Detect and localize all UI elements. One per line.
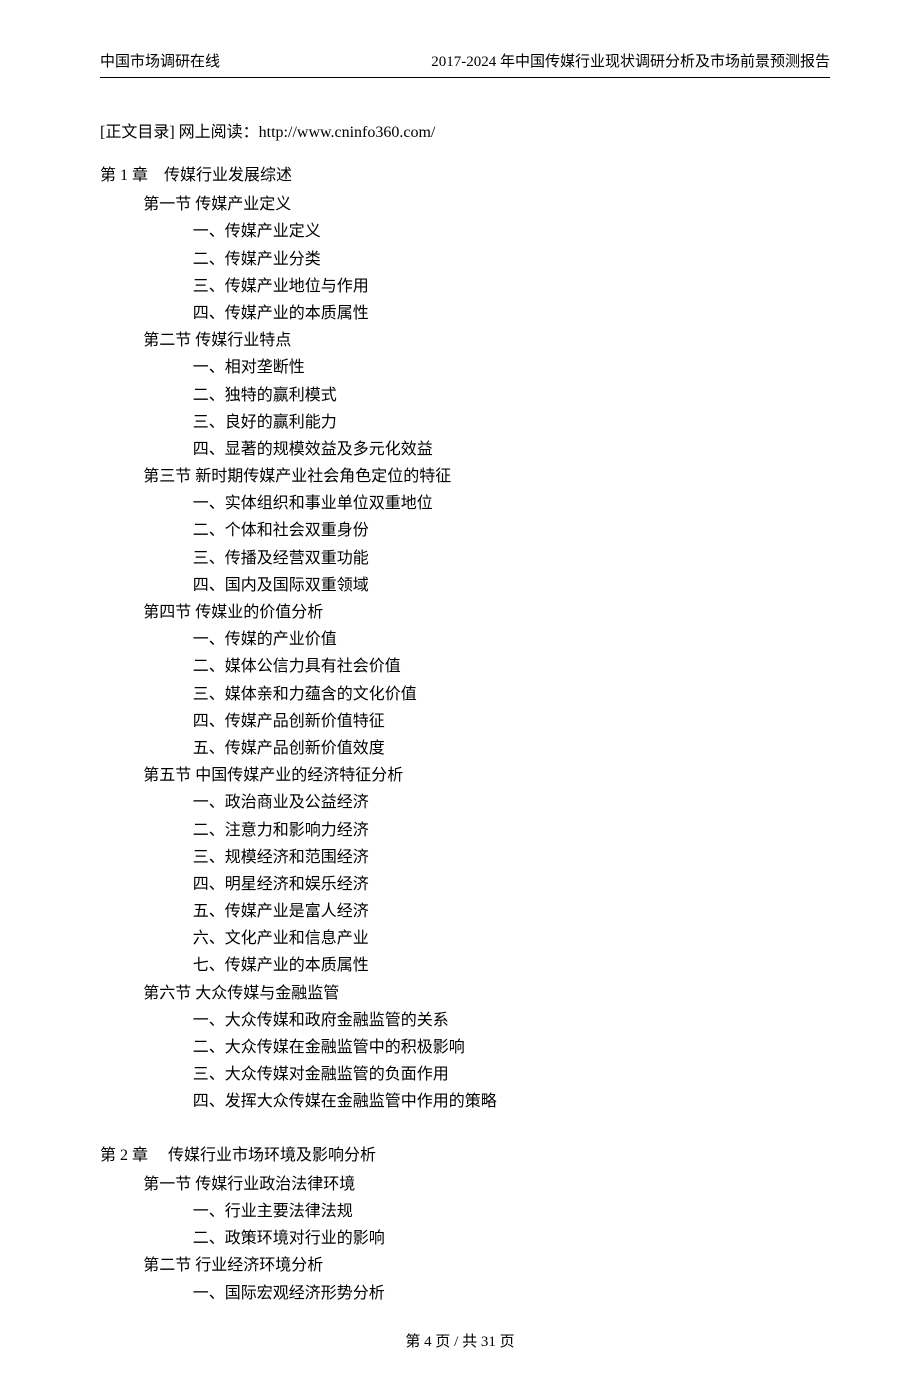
- toc-item: 二、个体和社会双重身份: [100, 517, 830, 544]
- toc-item: 一、行业主要法律法规: [100, 1198, 830, 1225]
- toc-item: 四、传媒产品创新价值特征: [100, 708, 830, 735]
- toc-item: 四、国内及国际双重领域: [100, 572, 830, 599]
- toc-item: 二、大众传媒在金融监管中的积极影响: [100, 1034, 830, 1061]
- toc-body: 第 1 章 传媒行业发展综述 第一节 传媒产业定义 一、传媒产业定义 二、传媒产…: [100, 162, 830, 1307]
- toc-item: 三、传播及经营双重功能: [100, 545, 830, 572]
- toc-item: 一、实体组织和事业单位双重地位: [100, 490, 830, 517]
- toc-item: 一、大众传媒和政府金融监管的关系: [100, 1007, 830, 1034]
- toc-item: 三、规模经济和范围经济: [100, 844, 830, 871]
- section-title: 第一节 传媒行业政治法律环境: [100, 1171, 830, 1198]
- toc-item: 五、传媒产业是富人经济: [100, 898, 830, 925]
- toc-item: 二、注意力和影响力经济: [100, 817, 830, 844]
- toc-item: 二、传媒产业分类: [100, 246, 830, 273]
- toc-item: 一、相对垄断性: [100, 354, 830, 381]
- chapter-title: 第 2 章 传媒行业市场环境及影响分析: [100, 1142, 830, 1169]
- toc-item: 一、传媒的产业价值: [100, 626, 830, 653]
- toc-item: 四、明星经济和娱乐经济: [100, 871, 830, 898]
- toc-item: 三、良好的赢利能力: [100, 409, 830, 436]
- toc-item: 四、显著的规模效益及多元化效益: [100, 436, 830, 463]
- toc-item: 三、媒体亲和力蕴含的文化价值: [100, 681, 830, 708]
- page-footer: 第 4 页 / 共 31 页: [0, 1330, 920, 1351]
- section-title: 第二节 传媒行业特点: [100, 327, 830, 354]
- page-header: 中国市场调研在线 2017-2024 年中国传媒行业现状调研分析及市场前景预测报…: [100, 50, 830, 78]
- section-title: 第六节 大众传媒与金融监管: [100, 980, 830, 1007]
- section-title: 第五节 中国传媒产业的经济特征分析: [100, 762, 830, 789]
- chapter-title: 第 1 章 传媒行业发展综述: [100, 162, 830, 189]
- toc-item: 六、文化产业和信息产业: [100, 925, 830, 952]
- toc-item: 四、发挥大众传媒在金融监管中作用的策略: [100, 1088, 830, 1115]
- header-right: 2017-2024 年中国传媒行业现状调研分析及市场前景预测报告: [431, 50, 830, 71]
- toc-item: 三、大众传媒对金融监管的负面作用: [100, 1061, 830, 1088]
- header-left: 中国市场调研在线: [100, 50, 220, 71]
- toc-item: 七、传媒产业的本质属性: [100, 952, 830, 979]
- toc-item: 四、传媒产业的本质属性: [100, 300, 830, 327]
- toc-item: 一、政治商业及公益经济: [100, 789, 830, 816]
- section-title: 第一节 传媒产业定义: [100, 191, 830, 218]
- section-title: 第二节 行业经济环境分析: [100, 1252, 830, 1279]
- toc-item: 三、传媒产业地位与作用: [100, 273, 830, 300]
- page-number: 第 4 页 / 共 31 页: [405, 1334, 514, 1350]
- toc-item: 五、传媒产品创新价值效度: [100, 735, 830, 762]
- intro-line: [正文目录] 网上阅读：http://www.cninfo360.com/: [100, 118, 830, 142]
- toc-item: 二、独特的赢利模式: [100, 382, 830, 409]
- toc-item: 二、政策环境对行业的影响: [100, 1225, 830, 1252]
- section-title: 第四节 传媒业的价值分析: [100, 599, 830, 626]
- toc-item: 一、传媒产业定义: [100, 218, 830, 245]
- toc-item: 一、国际宏观经济形势分析: [100, 1280, 830, 1307]
- toc-item: 二、媒体公信力具有社会价值: [100, 653, 830, 680]
- section-title: 第三节 新时期传媒产业社会角色定位的特征: [100, 463, 830, 490]
